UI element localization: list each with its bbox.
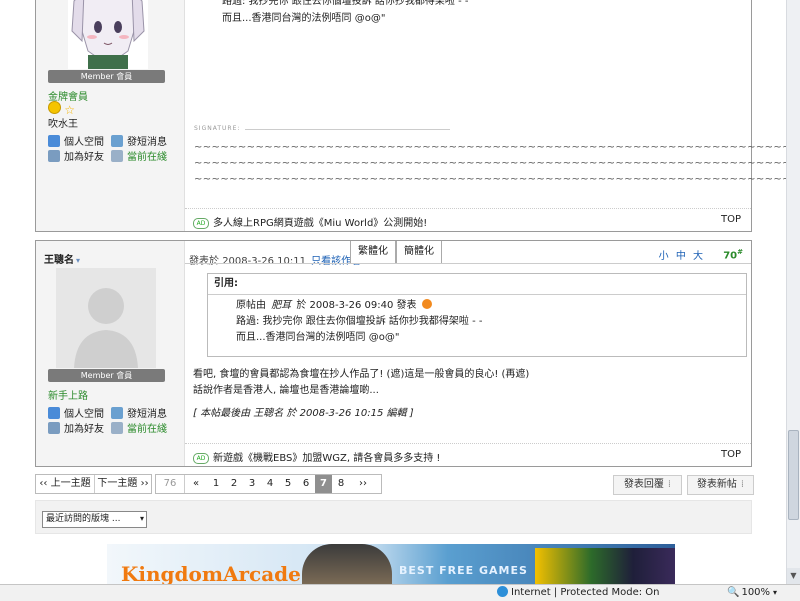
post-2: 王聰名 ▾ Member 會員 新手上路 個人空間 發短消息 加為好友 當前在綫…: [35, 240, 752, 467]
scrollbar-thumb[interactable]: [788, 430, 799, 520]
page-link-2[interactable]: 2: [225, 475, 243, 493]
font-small-link[interactable]: 小: [659, 251, 669, 262]
edit-note: [ 本帖最後由 王聰名 於 2008-3-26 10:15 編輯 ]: [193, 408, 414, 419]
home-icon: [48, 135, 60, 147]
font-size-controls: 小 中 大: [659, 247, 703, 262]
page-link-8[interactable]: 8: [332, 475, 350, 493]
recent-forums-select[interactable]: 最近訪問的版塊 ... ▾: [42, 511, 147, 528]
quote-text-line: 路過: 我抄完你 跟住去你個壇投訴 話你抄我都得架啦 - -: [236, 316, 483, 327]
top-link[interactable]: TOP: [721, 449, 741, 460]
post-1-footer: AD 多人線上RPG網頁遊戲《Miu World》公測開始! TOP: [185, 208, 751, 231]
tab-traditional[interactable]: 繁體化: [350, 241, 396, 264]
page-link-3[interactable]: 3: [243, 475, 261, 493]
font-medium-link[interactable]: 中: [676, 251, 686, 262]
prev-topic-link[interactable]: ‹‹ 上一主題: [36, 475, 95, 493]
pagination: 76 «1 2 3 4 5 6 7 8 ››: [155, 474, 382, 494]
page-total: 76: [156, 475, 185, 493]
page-link-4[interactable]: 4: [261, 475, 279, 493]
header-divider: [185, 263, 751, 264]
user-rank: 新手上路: [48, 391, 88, 402]
send-message-link[interactable]: 發短消息: [111, 133, 167, 148]
send-message-link[interactable]: 發短消息: [111, 405, 167, 420]
zoom-control[interactable]: 🔍 100% ▾: [727, 585, 777, 600]
current-page: 7: [315, 475, 332, 493]
signature-divider: [245, 129, 450, 130]
quote-source: 原帖由 肥耳 於 2008-3-26 09:40 發表: [236, 298, 432, 313]
topic-nav: ‹‹ 上一主題 下一主題 ››: [35, 474, 152, 494]
personal-space-link[interactable]: 個人空間: [48, 133, 104, 148]
scroll-down-arrow-icon[interactable]: ▼: [787, 568, 800, 584]
post-1-sidebar: Member 會員 金牌會員 ☆ 吹水王 個人空間 發短消息 加為好友 當前在綫: [36, 0, 185, 231]
tab-simplified[interactable]: 簡體化: [396, 241, 442, 264]
security-zone[interactable]: Internet | Protected Mode: On: [497, 585, 659, 600]
default-avatar[interactable]: [56, 268, 156, 368]
post-meta: 發表於 2008-3-26 10:11 只看該作者: [189, 256, 362, 267]
next-topic-link[interactable]: 下一主題 ››: [95, 475, 151, 493]
goto-post-icon[interactable]: [421, 299, 432, 309]
dots-icon: ⁞: [740, 479, 745, 490]
next-page-link[interactable]: ››: [350, 475, 376, 493]
dots-icon: ⁞: [667, 479, 672, 490]
post-message-line: 而且...香港同台灣的法例唔同 @o@": [222, 13, 386, 24]
quote-box: 引用: 原帖由 肥耳 於 2008-3-26 09:40 發表 路過: 我抄完你…: [207, 273, 747, 357]
home-icon: [48, 407, 60, 419]
signature-text: ~~~~~~~~~~~~~~~~~~~~~~~~~~~~~~~~~~~~~~~~…: [194, 158, 786, 169]
new-post-button[interactable]: 發表新帖 ⁞: [687, 475, 754, 495]
member-badge: Member 會員: [48, 70, 165, 83]
chevron-down-icon: ▾: [773, 588, 778, 597]
ad-link[interactable]: AD 新遊戲《機戰EBS》加盟WGZ, 請各會員多多支持 !: [193, 449, 440, 464]
floor-number: 70#: [723, 248, 743, 262]
top-link[interactable]: TOP: [721, 214, 741, 225]
online-status: 當前在綫: [111, 420, 167, 435]
banner-screenshots: [535, 548, 675, 584]
quote-title: 引用:: [208, 274, 746, 295]
page-link-1[interactable]: 1: [207, 475, 225, 493]
member-badge: Member 會員: [48, 369, 165, 382]
ad-icon: AD: [193, 218, 209, 229]
globe-icon: [497, 586, 508, 597]
quote-text-line: 而且...香港同台灣的法例唔同 @o@": [236, 332, 400, 343]
envelope-icon: [111, 407, 123, 419]
add-user-icon: [48, 422, 60, 434]
user-title: 吹水王: [48, 119, 78, 130]
recent-forums-panel: 最近訪問的版塊 ... ▾: [35, 500, 752, 534]
chevron-down-icon: ▾: [76, 256, 81, 265]
personal-space-link[interactable]: 個人空間: [48, 405, 104, 420]
first-page-link[interactable]: «: [185, 475, 207, 493]
add-friend-link[interactable]: 加為好友: [48, 148, 104, 163]
post-2-sidebar: 王聰名 ▾ Member 會員 新手上路 個人空間 發短消息 加為好友 當前在綫: [36, 241, 185, 466]
online-status: 當前在綫: [111, 148, 167, 163]
signature-label: SIGNATURE:: [194, 125, 241, 132]
banner-brand: KingdomArcade: [121, 562, 301, 584]
post-message-line: 路過: 我抄完你 跟住去你個壇投訴 話你抄我都得架啦 - -: [222, 0, 469, 7]
banner-character: [302, 544, 392, 584]
user-online-icon: [111, 150, 123, 162]
envelope-icon: [111, 135, 123, 147]
page-link-6[interactable]: 6: [297, 475, 315, 493]
ad-icon: AD: [193, 453, 209, 464]
font-large-link[interactable]: 大: [693, 251, 703, 262]
signature-text: ~~~~~~~~~~~~~~~~~~~~~~~~~~~~~~~~~~~~~~~~…: [194, 174, 786, 185]
post-1: Member 會員 金牌會員 ☆ 吹水王 個人空間 發短消息 加為好友 當前在綫…: [35, 0, 786, 232]
user-online-icon: [111, 422, 123, 434]
zoom-icon: 🔍: [727, 587, 740, 598]
page-link-5[interactable]: 5: [279, 475, 297, 493]
signature-text: ~~~~~~~~~~~~~~~~~~~~~~~~~~~~~~~~~~~~~~~~…: [194, 142, 786, 153]
reply-text-line: 看吧, 食壇的會員都認為食壇在抄人作品了! (遮)這是一般會員的良心! (再遮): [193, 369, 530, 380]
chevron-down-icon: ▾: [139, 514, 144, 523]
browser-viewport: Member 會員 金牌會員 ☆ 吹水王 個人空間 發短消息 加為好友 當前在綫…: [0, 0, 786, 584]
reply-text-line: 話說作者是香港人, 論壇也是香港論壇啲...: [193, 385, 379, 396]
smiley-icon: [48, 101, 61, 114]
avatar[interactable]: [68, 0, 148, 69]
ad-link[interactable]: AD 多人線上RPG網頁遊戲《Miu World》公測開始!: [193, 214, 427, 229]
post-2-footer: AD 新遊戲《機戰EBS》加盟WGZ, 請各會員多多支持 ! TOP: [185, 443, 751, 466]
vertical-scrollbar[interactable]: ▼: [786, 0, 800, 584]
ad-banner[interactable]: KingdomArcade BEST FREE GAMES: [107, 544, 675, 584]
author-name[interactable]: 王聰名 ▾: [44, 251, 80, 266]
add-user-icon: [48, 150, 60, 162]
banner-slogan: BEST FREE GAMES: [399, 564, 528, 577]
add-friend-link[interactable]: 加為好友: [48, 420, 104, 435]
reply-button[interactable]: 發表回覆 ⁞: [613, 475, 682, 495]
status-bar: Internet | Protected Mode: On 🔍 100% ▾: [0, 584, 800, 601]
